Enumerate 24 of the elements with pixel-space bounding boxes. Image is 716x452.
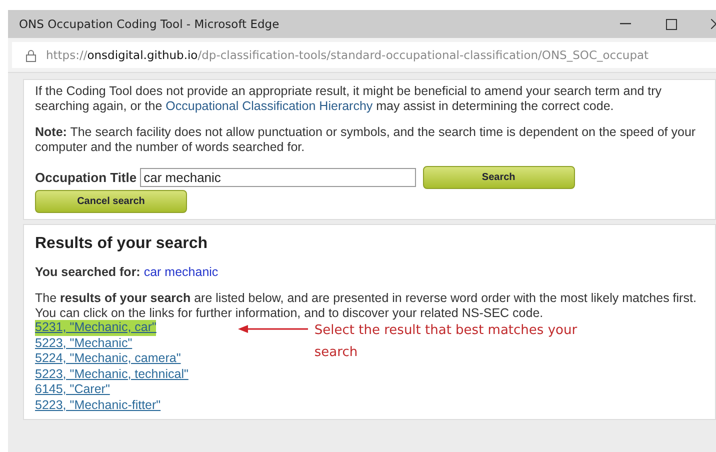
cancel-search-button[interactable]: Cancel search — [35, 190, 187, 213]
minimize-icon[interactable] — [620, 23, 630, 25]
searched-for-value: car mechanic — [144, 265, 218, 279]
maximize-icon[interactable] — [666, 18, 676, 30]
searched-for-label: You searched for: — [35, 265, 140, 279]
window-title: ONS Occupation Coding Tool - Microsoft Edge — [19, 17, 280, 31]
search-button[interactable]: Search — [422, 166, 575, 189]
address-field[interactable]: https://onsdigital.github.io/dp-classification-tools/standard-occupational-classification/ONS_SOC_occupat — [12, 42, 716, 68]
hierarchy-link[interactable]: Occupational Classification Hierarchy — [166, 98, 373, 112]
result-link[interactable]: 5223, "Mechanic, technical" — [35, 366, 188, 382]
occupation-title-label: Occupation Title — [35, 170, 137, 185]
note-paragraph: Note: The search facility does not allow punctuation or symbols, and the search time is dependent on the speed of your computer and the number of words searched for. — [35, 125, 697, 154]
occupation-title-field[interactable]: car mechanic — [140, 168, 416, 187]
lock-icon — [26, 48, 36, 62]
result-link[interactable]: 5223, "Mechanic" — [35, 336, 132, 351]
result-link[interactable]: 5223, "Mechanic-fitter" — [35, 398, 161, 413]
arrow-icon — [238, 325, 308, 333]
results-heading: Results of your search — [35, 235, 208, 253]
annotation-text: Select the result that best matches your search — [314, 322, 578, 362]
result-link[interactable]: 6145, "Carer" — [35, 382, 110, 398]
result-link[interactable]: 5231, "Mechanic, car" — [35, 320, 156, 336]
result-link[interactable]: 5224, "Mechanic, camera" — [35, 351, 181, 366]
intro-paragraph: If the Coding Tool does not provide an appropriate result, it might be beneficial to amend your search term and try searching again, or the Occupational Classification Hierarchy may assist in determining the correct code. — [35, 84, 663, 113]
results-description: The results of your search are listed below, and are presented in reverse word order with the most likely matches first. You can click on the links for further information, and to discover your related NS-SEC code. — [35, 291, 698, 320]
